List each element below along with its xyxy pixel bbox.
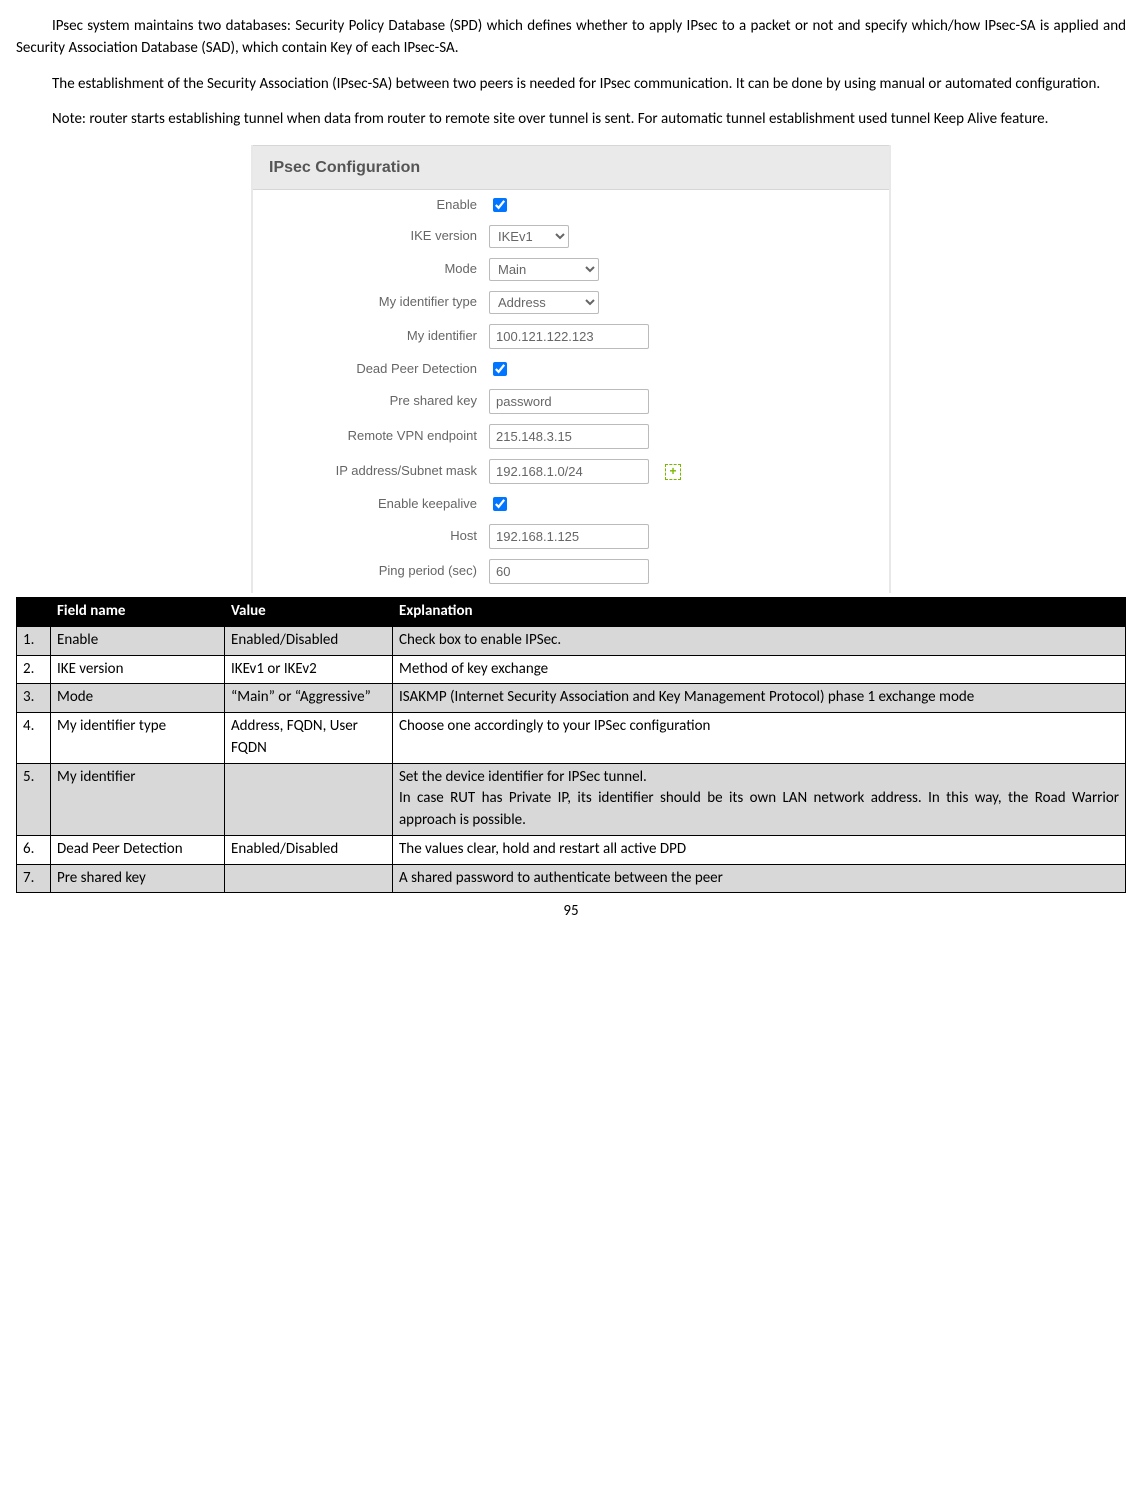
paragraph-2: The establishment of the Security Associ… [16,74,1126,96]
table-cell-value: Enabled/Disabled [225,835,393,864]
table-cell-num: 6. [17,835,51,864]
table-cell-field: Pre shared key [51,864,225,893]
table-cell-num: 1. [17,626,51,655]
ike-label: IKE version [269,227,489,246]
table-row: 6.Dead Peer DetectionEnabled/DisabledThe… [17,835,1126,864]
table-cell-value: Address, FQDN, User FQDN [225,713,393,764]
table-cell-exp: Choose one accordingly to your IPSec con… [393,713,1126,764]
ping-input[interactable] [489,559,649,584]
psk-input[interactable] [489,389,649,414]
table-row: 5.My identifier Set the device identifier… [17,763,1126,835]
table-cell-num: 7. [17,864,51,893]
paragraph-3: Note: router starts establishing tunnel … [16,109,1126,131]
th-num [17,598,51,627]
keepalive-label: Enable keepalive [269,495,489,514]
enable-checkbox[interactable] [493,198,507,212]
dpd-label: Dead Peer Detection [269,360,489,379]
th-field: Field name [51,598,225,627]
subnet-input[interactable] [489,459,649,484]
table-cell-field: My identifier [51,763,225,835]
th-exp: Explanation [393,598,1126,627]
table-cell-value [225,864,393,893]
table-row: 3.Mode“Main” or “Aggressive”ISAKMP (Inte… [17,684,1126,713]
add-subnet-icon[interactable]: + [665,464,681,480]
mode-select[interactable]: Main [489,258,599,281]
psk-label: Pre shared key [269,392,489,411]
table-cell-field: My identifier type [51,713,225,764]
ping-label: Ping period (sec) [269,562,489,581]
host-input[interactable] [489,524,649,549]
idtype-label: My identifier type [269,293,489,312]
table-cell-exp: ISAKMP (Internet Security Association an… [393,684,1126,713]
table-cell-num: 5. [17,763,51,835]
table-cell-exp: The values clear, hold and restart all a… [393,835,1126,864]
table-cell-exp: Set the device identifier for IPSec tunn… [393,763,1126,835]
subnet-label: IP address/Subnet mask [269,462,489,481]
enable-label: Enable [269,196,489,215]
id-input[interactable] [489,324,649,349]
table-row: 7.Pre shared key A shared password to aut… [17,864,1126,893]
page-number: 95 [16,901,1126,923]
table-cell-field: Dead Peer Detection [51,835,225,864]
th-value: Value [225,598,393,627]
table-row: 2.IKE versionIKEv1 or IKEv2Method of key… [17,655,1126,684]
table-cell-num: 3. [17,684,51,713]
table-row: 1.EnableEnabled/DisabledCheck box to ena… [17,626,1126,655]
table-cell-value [225,763,393,835]
table-cell-value: IKEv1 or IKEv2 [225,655,393,684]
idtype-select[interactable]: Address [489,291,599,314]
ipsec-config-panel: IPsec Configuration Enable IKE version I… [251,145,891,593]
table-cell-num: 2. [17,655,51,684]
field-table: Field name Value Explanation 1.EnableEna… [16,597,1126,893]
table-cell-num: 4. [17,713,51,764]
remote-label: Remote VPN endpoint [269,427,489,446]
host-label: Host [269,527,489,546]
remote-input[interactable] [489,424,649,449]
table-cell-exp: Method of key exchange [393,655,1126,684]
table-cell-exp: A shared password to authenticate betwee… [393,864,1126,893]
table-cell-exp: Check box to enable IPSec. [393,626,1126,655]
id-label: My identifier [269,327,489,346]
table-cell-field: Mode [51,684,225,713]
table-cell-field: IKE version [51,655,225,684]
table-row: 4.My identifier typeAddress, FQDN, User … [17,713,1126,764]
panel-header: IPsec Configuration [253,145,889,190]
table-cell-field: Enable [51,626,225,655]
keepalive-checkbox[interactable] [493,497,507,511]
dpd-checkbox[interactable] [493,362,507,376]
paragraph-1: IPsec system maintains two databases: Se… [16,16,1126,60]
ike-select[interactable]: IKEv1 [489,225,569,248]
table-cell-value: “Main” or “Aggressive” [225,684,393,713]
table-cell-value: Enabled/Disabled [225,626,393,655]
mode-label: Mode [269,260,489,279]
